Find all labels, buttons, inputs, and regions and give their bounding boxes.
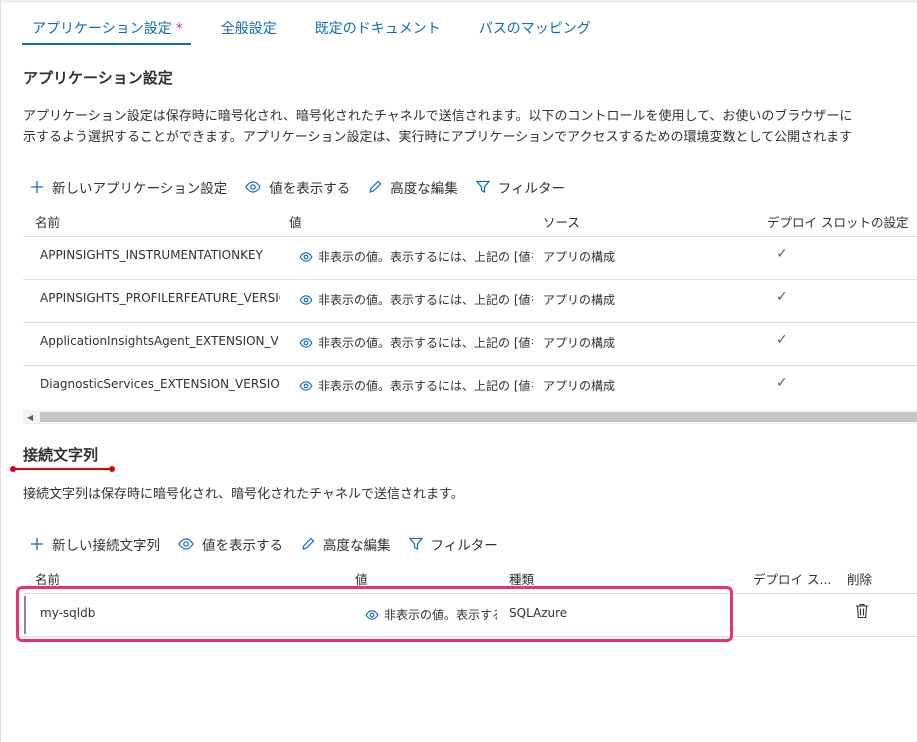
filter-icon xyxy=(408,537,423,550)
hidden-value-text: 非表示の値。表示するには、上記の [値を表示する] をクリックします xyxy=(318,293,533,307)
button-label: 高度な編集 xyxy=(323,538,391,554)
col-header-delete: 削除 xyxy=(847,572,873,587)
button-label: フィルター xyxy=(497,181,565,197)
delete-button[interactable] xyxy=(855,603,869,622)
hidden-value-text: 非表示の値。表示するには、上記の [値を表示する] をクリックします xyxy=(318,250,533,264)
top-border xyxy=(0,0,917,3)
col-header-name[interactable]: 名前 xyxy=(35,212,60,231)
tab-label: 既定のドキュメント xyxy=(314,21,441,37)
eye-icon xyxy=(299,380,313,391)
tab-path-mappings[interactable]: パスのマッピング xyxy=(471,10,599,44)
button-label: 値を表示する xyxy=(202,538,283,554)
tab-application-settings[interactable]: アプリケーション設定 * xyxy=(22,10,191,45)
col-header-source[interactable]: ソース xyxy=(543,212,580,231)
button-label: 新しいアプリケーション設定 xyxy=(52,181,228,197)
show-values-button[interactable]: 値を表示する xyxy=(245,177,350,197)
slot-checkmark-icon: ✓ xyxy=(776,332,788,348)
col-header-slot-setting[interactable]: デプロイ スロットの設定 xyxy=(767,212,908,231)
filter-icon xyxy=(475,180,490,193)
eye-icon xyxy=(299,337,313,348)
header-divider xyxy=(23,236,917,237)
setting-value[interactable]: 非表示の値。表示するには、上記の [値を表示する] をクリックします xyxy=(299,334,533,351)
annotation-highlight-box xyxy=(16,586,733,642)
annotation-dot xyxy=(109,466,115,472)
annotation-dot xyxy=(10,466,16,472)
plus-icon xyxy=(31,538,43,550)
tab-default-documents[interactable]: 既定のドキュメント xyxy=(307,10,449,44)
tab-bar: アプリケーション設定 * 全般設定 既定のドキュメント パスのマッピング xyxy=(22,10,621,46)
setting-source: アプリの構成 xyxy=(543,293,616,307)
setting-name: ApplicationInsightsAgent_EXTENSION_VERSI… xyxy=(40,334,278,348)
tab-general-settings[interactable]: 全般設定 xyxy=(213,10,285,44)
new-app-setting-button[interactable]: 新しいアプリケーション設定 xyxy=(30,177,227,197)
row-divider xyxy=(23,365,917,366)
eye-icon xyxy=(299,294,313,305)
button-label: 高度な編集 xyxy=(390,181,458,197)
tab-label: アプリケーション設定 xyxy=(32,21,172,37)
tab-label: 全般設定 xyxy=(220,21,277,37)
app-settings-description-2: 示するよう選択することができます。アプリケーション設定は、実行時にアプリケーショ… xyxy=(23,130,853,145)
setting-value[interactable]: 非表示の値。表示するには、上記の [値を表示する] をクリックします xyxy=(299,291,533,308)
row-divider xyxy=(23,322,917,323)
pencil-icon xyxy=(302,537,315,550)
connection-strings-title: 接続文字列 xyxy=(23,446,99,464)
left-border xyxy=(0,0,1,742)
app-settings-title: アプリケーション設定 xyxy=(23,69,173,87)
trash-icon xyxy=(856,603,868,619)
row-divider xyxy=(23,279,917,280)
tab-label: パスのマッピング xyxy=(478,21,591,37)
filter-button[interactable]: フィルター xyxy=(408,534,498,554)
horizontal-scrollbar[interactable]: ◀ xyxy=(23,410,917,424)
plus-icon xyxy=(31,181,43,193)
slot-checkmark-icon: ✓ xyxy=(776,246,788,262)
eye-icon xyxy=(178,538,194,550)
new-connection-string-button[interactable]: 新しい接続文字列 xyxy=(30,534,160,554)
modified-indicator: * xyxy=(175,21,183,37)
connection-strings-toolbar: 新しい接続文字列 値を表示する 高度な編集 フィルター xyxy=(30,533,516,555)
advanced-edit-button[interactable]: 高度な編集 xyxy=(368,177,458,197)
annotation-underline xyxy=(13,468,113,470)
show-values-button[interactable]: 値を表示する xyxy=(178,534,283,554)
setting-source: アプリの構成 xyxy=(543,379,616,393)
eye-icon xyxy=(245,181,261,193)
pencil-icon xyxy=(369,180,382,193)
setting-value[interactable]: 非表示の値。表示するには、上記の [値を表示する] をクリックします xyxy=(299,377,533,394)
setting-name: APPINSIGHTS_PROFILERFEATURE_VERSION xyxy=(40,291,280,305)
advanced-edit-button[interactable]: 高度な編集 xyxy=(301,534,391,554)
hidden-value-text: 非表示の値。表示するには、上記の [値を表示する] をクリックします xyxy=(318,379,533,393)
scrollbar-thumb[interactable] xyxy=(40,412,917,422)
setting-source: アプリの構成 xyxy=(543,336,616,350)
setting-value[interactable]: 非表示の値。表示するには、上記の [値を表示する] をクリックします xyxy=(299,248,533,265)
setting-source: アプリの構成 xyxy=(543,250,616,264)
slot-checkmark-icon: ✓ xyxy=(776,375,788,391)
connection-strings-description: 接続文字列は保存時に暗号化され、暗号化されたチャネルで送信されます。 xyxy=(23,487,464,502)
button-label: 新しい接続文字列 xyxy=(52,538,160,554)
app-settings-toolbar: 新しいアプリケーション設定 値を表示する 高度な編集 フィルター xyxy=(30,176,583,198)
app-settings-description-1: アプリケーション設定は保存時に暗号化され、暗号化されたチャネルで送信されます。以… xyxy=(23,109,853,124)
filter-button[interactable]: フィルター xyxy=(475,177,565,197)
button-label: フィルター xyxy=(430,538,498,554)
scroll-left-arrow-icon[interactable]: ◀ xyxy=(27,413,33,422)
eye-icon xyxy=(299,251,313,262)
button-label: 値を表示する xyxy=(269,181,351,197)
slot-checkmark-icon: ✓ xyxy=(776,289,788,305)
col-header-value[interactable]: 値 xyxy=(289,212,302,231)
setting-name: APPINSIGHTS_INSTRUMENTATIONKEY xyxy=(40,248,263,262)
hidden-value-text: 非表示の値。表示するには、上記の [値を表示する] をクリックします xyxy=(318,336,533,350)
col-header-slot-setting[interactable]: デプロイ ス... xyxy=(753,569,831,588)
setting-name: DiagnosticServices_EXTENSION_VERSION xyxy=(40,377,280,391)
